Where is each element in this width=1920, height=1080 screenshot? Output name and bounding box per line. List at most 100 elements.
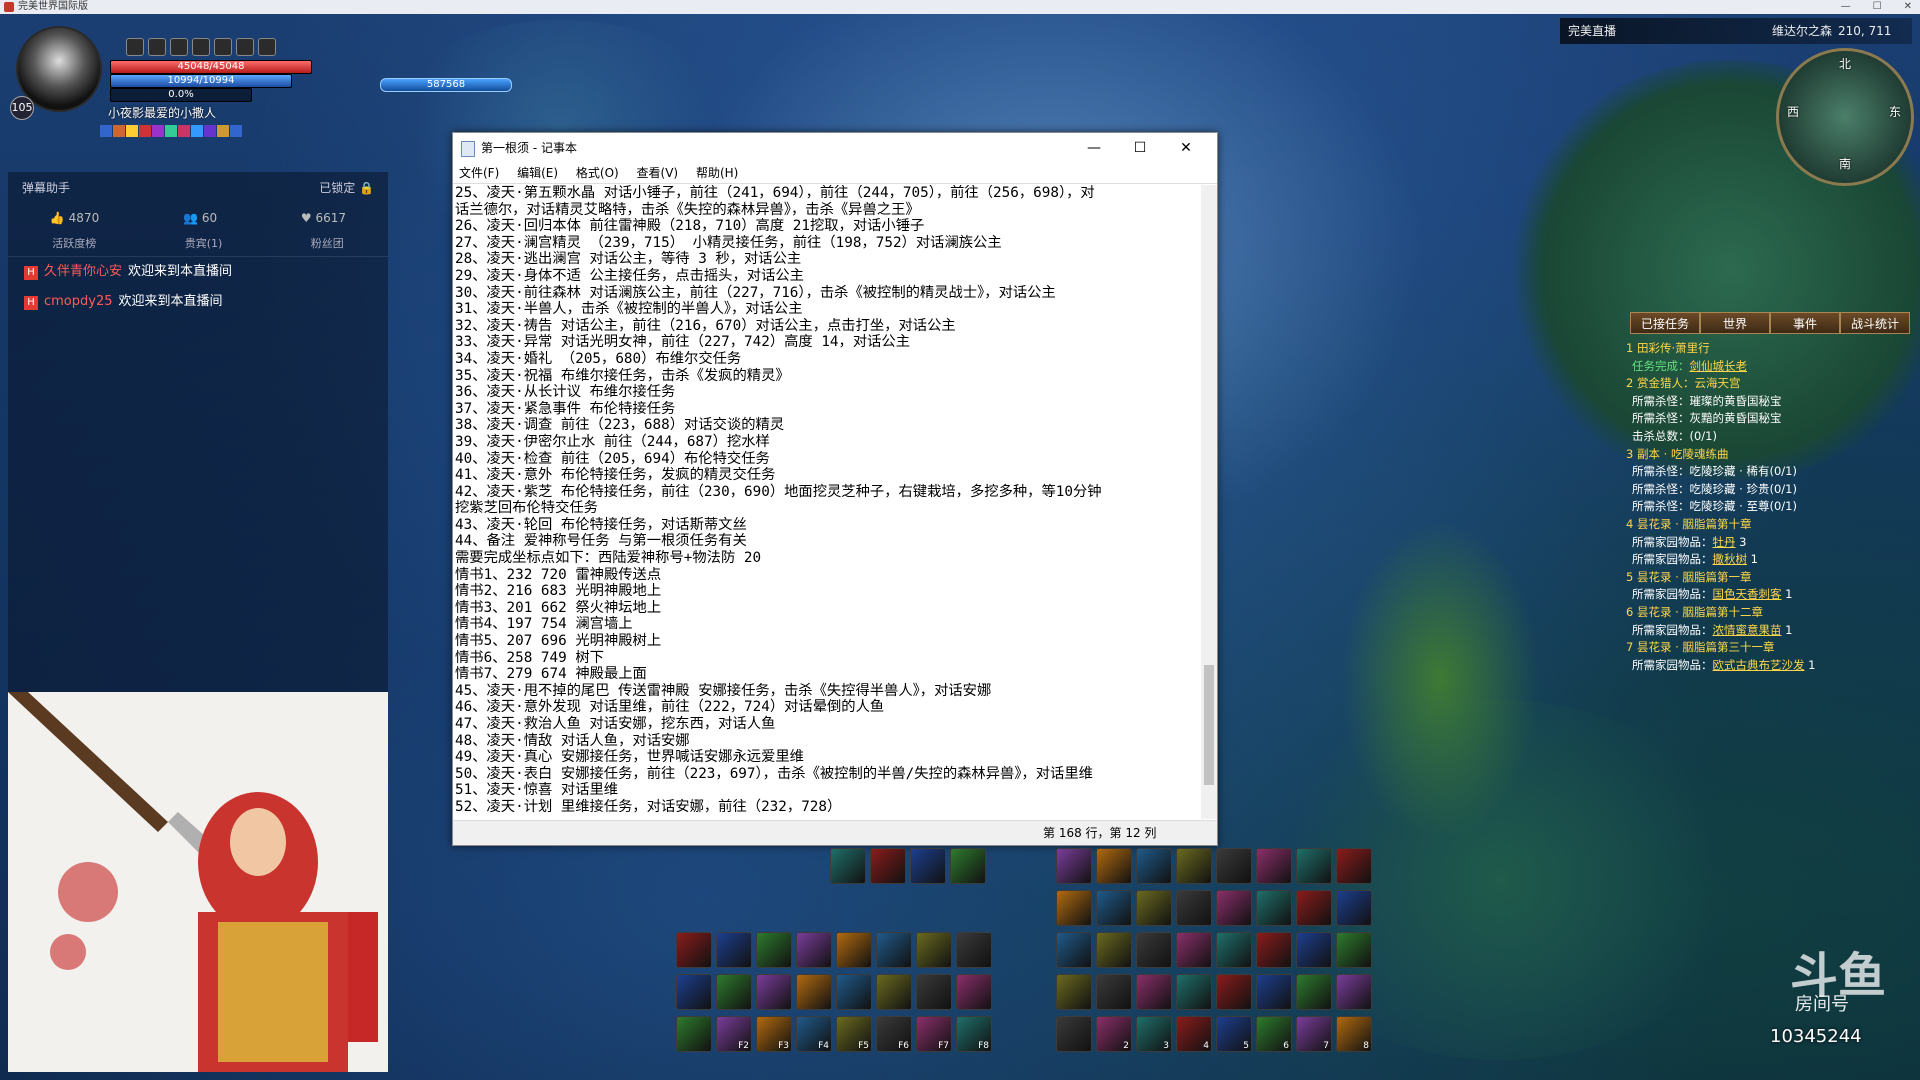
skill-slot[interactable] xyxy=(1056,1016,1092,1052)
skill-slot[interactable] xyxy=(910,848,946,884)
skill-slot[interactable]: F2 xyxy=(716,1016,752,1052)
skill-slot[interactable] xyxy=(956,932,992,968)
skill-slot[interactable]: 4 xyxy=(1176,1016,1212,1052)
skill-slot[interactable] xyxy=(876,932,912,968)
skill-slot[interactable] xyxy=(1336,932,1372,968)
skill-slot[interactable] xyxy=(1176,974,1212,1010)
skill-slot[interactable] xyxy=(870,848,906,884)
chat-user[interactable]: cmopdy25 xyxy=(44,294,113,309)
minimize-button[interactable]: — xyxy=(1841,1,1851,12)
skill-slot[interactable] xyxy=(1096,848,1132,884)
skill-slot[interactable] xyxy=(1136,974,1172,1010)
skill-slot[interactable] xyxy=(1096,932,1132,968)
skill-slot[interactable] xyxy=(1296,890,1332,926)
quest-title[interactable]: 3 副本 · 吃陵魂练曲 xyxy=(1626,446,1916,464)
skill-slot[interactable] xyxy=(1256,890,1292,926)
tab-activity[interactable]: 活跃度榜 xyxy=(52,232,96,256)
skill-slot[interactable] xyxy=(950,848,986,884)
tool-icon[interactable] xyxy=(258,38,276,56)
skill-slot[interactable]: F5 xyxy=(836,1016,872,1052)
tab-events[interactable]: 事件 xyxy=(1770,312,1840,334)
notepad-titlebar[interactable]: 第一根须 - 记事本 — ☐ ✕ xyxy=(453,133,1217,163)
quest-title[interactable]: 6 昙花录 · 胭脂篇第十二章 xyxy=(1626,604,1916,622)
skill-slot[interactable] xyxy=(1296,974,1332,1010)
skill-slot[interactable] xyxy=(796,974,832,1010)
skill-slot[interactable]: F6 xyxy=(876,1016,912,1052)
skill-slot[interactable] xyxy=(1056,890,1092,926)
tab-accepted-quests[interactable]: 已接任务 xyxy=(1630,312,1700,334)
skill-slot[interactable] xyxy=(1216,848,1252,884)
skill-slot[interactable] xyxy=(836,974,872,1010)
skill-slot[interactable]: F8 xyxy=(956,1016,992,1052)
close-button[interactable]: ✕ xyxy=(1904,1,1912,12)
skill-slot[interactable]: 8 xyxy=(1336,1016,1372,1052)
skill-slot[interactable] xyxy=(1136,890,1172,926)
skill-slot[interactable]: F7 xyxy=(916,1016,952,1052)
skill-slot[interactable] xyxy=(1296,848,1332,884)
skill-slot[interactable] xyxy=(1176,848,1212,884)
notepad-scrollbar[interactable] xyxy=(1201,185,1217,819)
skill-slot[interactable] xyxy=(1256,974,1292,1010)
minimize-button[interactable]: — xyxy=(1071,133,1117,163)
skill-slot[interactable] xyxy=(716,974,752,1010)
skill-slot[interactable] xyxy=(676,974,712,1010)
skill-slot[interactable] xyxy=(796,932,832,968)
skill-slot[interactable] xyxy=(1296,932,1332,968)
notepad-text-area[interactable]: 25、凌天·第五颗水晶 对话小锤子，前往（241，694），前往（244，705… xyxy=(453,185,1199,819)
maximize-button[interactable]: ☐ xyxy=(1873,1,1882,12)
menu-view[interactable]: 查看(V) xyxy=(637,166,679,180)
quest-link[interactable]: 牡丹 xyxy=(1713,535,1736,549)
skill-slot[interactable] xyxy=(1176,890,1212,926)
pk-icon[interactable] xyxy=(148,38,166,56)
menu-help[interactable]: 帮助(H) xyxy=(696,166,738,180)
menu-file[interactable]: 文件(F) xyxy=(459,166,499,180)
quest-title[interactable]: 4 昙花录 · 胭脂篇第十章 xyxy=(1626,516,1916,534)
quest-link[interactable]: 撒秋树 xyxy=(1713,552,1748,566)
skill-slot[interactable] xyxy=(916,974,952,1010)
skill-slot[interactable] xyxy=(1056,974,1092,1010)
tab-world[interactable]: 世界 xyxy=(1700,312,1770,334)
quest-title[interactable]: 7 昙花录 · 胭脂篇第三十一章 xyxy=(1626,639,1916,657)
team-icon[interactable] xyxy=(192,38,210,56)
skill-slot[interactable] xyxy=(1136,848,1172,884)
skill-slot[interactable]: F4 xyxy=(796,1016,832,1052)
lock-icon[interactable] xyxy=(126,38,144,56)
quest-link[interactable]: 剑仙城长老 xyxy=(1690,359,1748,373)
tab-fans[interactable]: 粉丝团 xyxy=(311,232,344,256)
menu-edit[interactable]: 编辑(E) xyxy=(517,166,558,180)
skill-slot[interactable] xyxy=(830,848,866,884)
skill-slot[interactable] xyxy=(956,974,992,1010)
skill-slot[interactable] xyxy=(756,974,792,1010)
notepad-window[interactable]: 第一根须 - 记事本 — ☐ ✕ 文件(F) 编辑(E) 格式(O) 查看(V) 帮… xyxy=(452,132,1218,846)
skill-slot[interactable]: 2 xyxy=(1096,1016,1132,1052)
skill-slot[interactable] xyxy=(1336,974,1372,1010)
chat-user[interactable]: 久伴青你心安 xyxy=(44,264,122,279)
skill-slot[interactable]: 3 xyxy=(1136,1016,1172,1052)
skill-slot[interactable]: 6 xyxy=(1256,1016,1292,1052)
scroll-thumb[interactable] xyxy=(1204,665,1214,785)
maximize-button[interactable]: ☐ xyxy=(1117,133,1163,163)
skill-slot[interactable] xyxy=(1096,974,1132,1010)
skill-slot[interactable] xyxy=(676,932,712,968)
skill-slot[interactable] xyxy=(1256,932,1292,968)
skill-slot[interactable] xyxy=(1336,848,1372,884)
settings-icon[interactable] xyxy=(170,38,188,56)
skill-slot[interactable]: F3 xyxy=(756,1016,792,1052)
skill-slot[interactable] xyxy=(1256,848,1292,884)
quest-link[interactable]: 欧式古典布艺沙发 xyxy=(1713,658,1805,672)
skill-slot[interactable] xyxy=(1216,932,1252,968)
skill-slot[interactable] xyxy=(716,932,752,968)
tab-battle-stats[interactable]: 战斗统计 xyxy=(1840,312,1910,334)
close-button[interactable]: ✕ xyxy=(1163,133,1209,163)
skill-slot[interactable] xyxy=(1216,890,1252,926)
quest-title[interactable]: 2 赏金猎人：云海天宫 xyxy=(1626,375,1916,393)
skill-slot[interactable] xyxy=(1056,932,1092,968)
skill-slot[interactable] xyxy=(1136,932,1172,968)
mount-icon[interactable] xyxy=(214,38,232,56)
quest-link[interactable]: 浓情蜜意果苗 xyxy=(1713,623,1782,637)
skill-slot[interactable] xyxy=(836,932,872,968)
skill-slot[interactable] xyxy=(1216,974,1252,1010)
minimap[interactable]: 北 西 东 南 xyxy=(1776,48,1914,186)
locked-toggle[interactable]: 已锁定 🔒 xyxy=(319,172,374,204)
skill-slot[interactable] xyxy=(1056,848,1092,884)
